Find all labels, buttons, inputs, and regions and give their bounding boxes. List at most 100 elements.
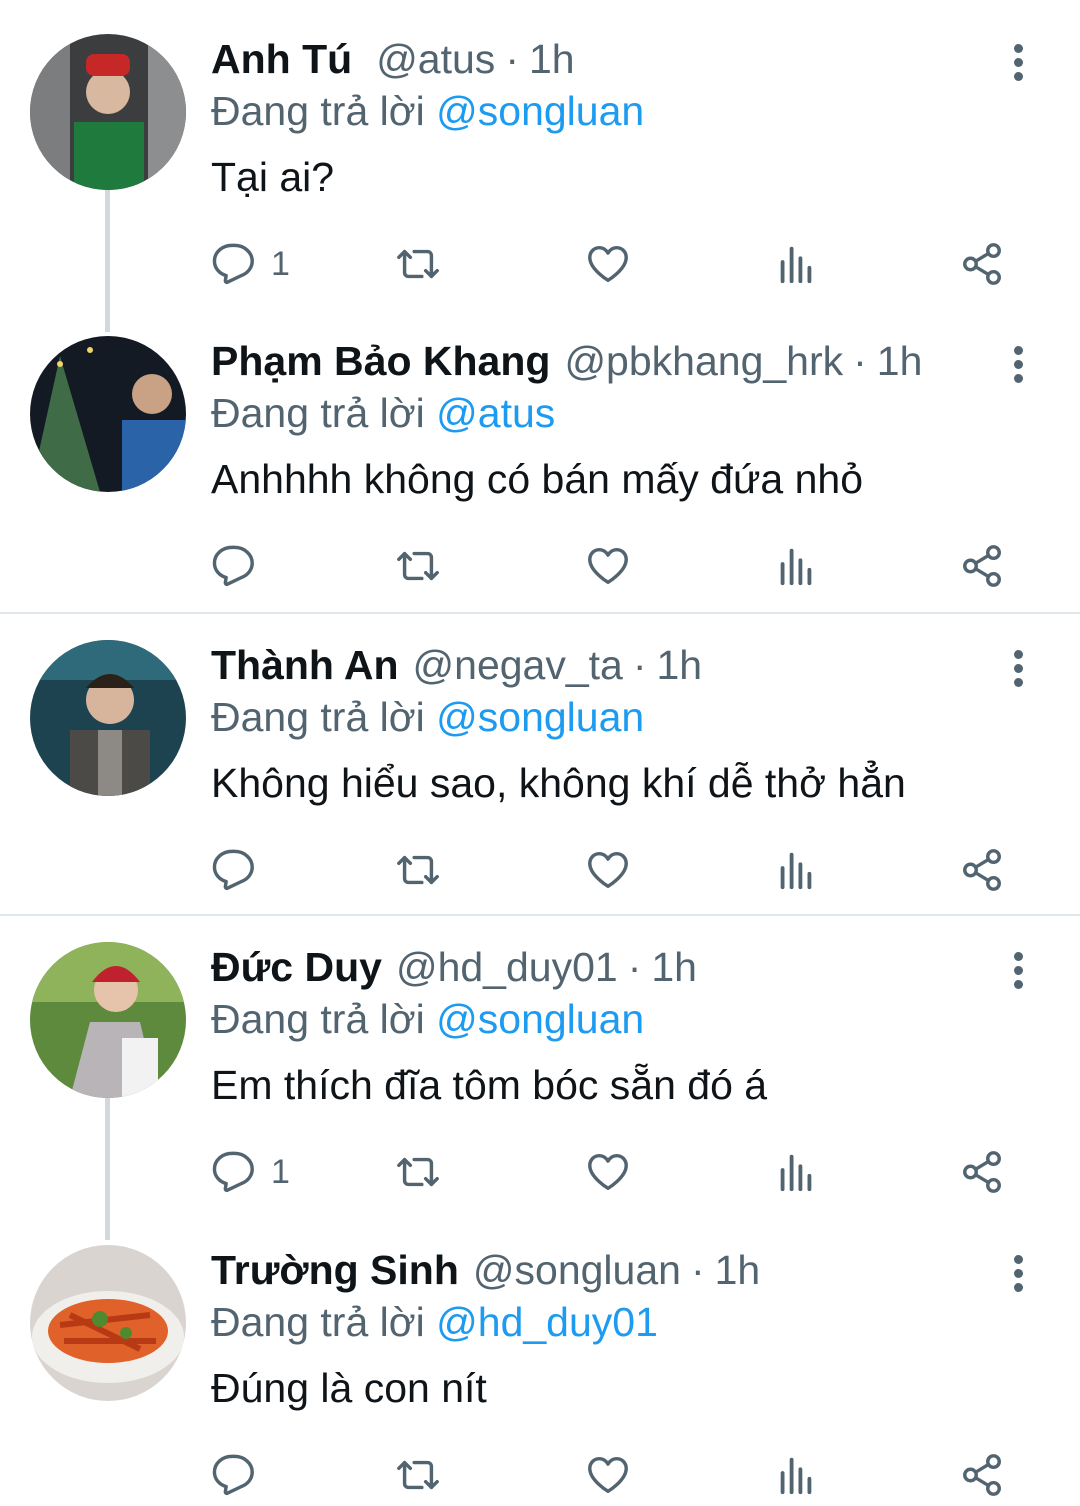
- tweet-text: Anhhhh không có bán mấy đứa nhỏ: [211, 456, 864, 502]
- views-icon: [780, 1154, 812, 1192]
- avatar[interactable]: [30, 336, 186, 492]
- timestamp[interactable]: 1h: [877, 338, 923, 384]
- display-name[interactable]: Phạm Bảo Khang: [211, 338, 550, 384]
- share-button[interactable]: [959, 1445, 1005, 1505]
- like-button[interactable]: [585, 1445, 631, 1505]
- tweet[interactable]: Đức Duy @hd_duy01 · 1h Đang trả lời @songlu…: [0, 942, 1080, 1212]
- reply-icon: [212, 849, 254, 890]
- avatar[interactable]: [30, 942, 186, 1098]
- tweet[interactable]: Anh Tú @atus · 1h Đang trả lời @songluan Tạ…: [0, 34, 1080, 304]
- views-icon: [780, 852, 812, 890]
- share-button[interactable]: [959, 1142, 1005, 1202]
- replying-to-label: Đang trả lời: [211, 88, 425, 134]
- reply-icon: [212, 1151, 254, 1192]
- share-button[interactable]: [959, 234, 1005, 294]
- like-button[interactable]: [585, 1142, 631, 1202]
- reply-button[interactable]: 1: [211, 1142, 290, 1202]
- replying-to: Đang trả lời @hd_duy01: [211, 1297, 658, 1347]
- action-bar: [211, 1445, 1080, 1505]
- retweet-button[interactable]: [395, 1445, 441, 1505]
- replying-to-label: Đang trả lời: [211, 390, 425, 436]
- user-handle[interactable]: @negav_ta: [413, 642, 623, 688]
- reply-count: 1: [271, 244, 290, 283]
- retweet-button[interactable]: [395, 234, 441, 294]
- like-button[interactable]: [585, 536, 631, 596]
- replying-to-label: Đang trả lời: [211, 694, 425, 740]
- tweet[interactable]: Thành An @negav_ta · 1h Đang trả lời @songl…: [0, 640, 1080, 910]
- tweet-text: Đúng là con nít: [211, 1365, 487, 1411]
- views-icon: [780, 548, 812, 586]
- tweet[interactable]: Trường Sinh @songluan · 1h Đang trả lời @hd…: [0, 1245, 1080, 1506]
- display-name[interactable]: Đức Duy: [211, 944, 382, 990]
- tweet-text: Không hiểu sao, không khí dễ thở hẳn: [211, 760, 906, 806]
- reply-button[interactable]: [211, 536, 271, 596]
- display-name[interactable]: Thành An: [211, 642, 399, 688]
- timestamp[interactable]: 1h: [715, 1247, 761, 1293]
- retweet-icon: [397, 855, 439, 885]
- timestamp[interactable]: 1h: [529, 36, 575, 82]
- reply-count: 1: [271, 1152, 290, 1191]
- reply-icon: [212, 243, 254, 284]
- like-icon: [588, 1456, 628, 1494]
- reply-icon: [212, 545, 254, 586]
- views-button[interactable]: [773, 1445, 819, 1505]
- share-button[interactable]: [959, 840, 1005, 900]
- avatar[interactable]: [30, 640, 186, 796]
- more-icon[interactable]: [1004, 650, 1032, 690]
- like-button[interactable]: [585, 234, 631, 294]
- mention-link[interactable]: @songluan: [436, 694, 644, 740]
- reply-button[interactable]: 1: [211, 234, 290, 294]
- retweet-button[interactable]: [395, 1142, 441, 1202]
- action-bar: 1: [211, 234, 1080, 294]
- replying-to-label: Đang trả lời: [211, 1299, 425, 1345]
- mention-link[interactable]: @songluan: [436, 996, 644, 1042]
- retweet-button[interactable]: [395, 536, 441, 596]
- retweet-icon: [397, 249, 439, 279]
- avatar[interactable]: [30, 1245, 186, 1401]
- like-button[interactable]: [585, 840, 631, 900]
- timestamp[interactable]: 1h: [651, 944, 697, 990]
- views-button[interactable]: [773, 1142, 819, 1202]
- user-handle[interactable]: @songluan: [473, 1247, 681, 1293]
- avatar[interactable]: [30, 34, 186, 190]
- views-button[interactable]: [773, 840, 819, 900]
- share-icon: [963, 545, 1001, 587]
- reply-button[interactable]: [211, 1445, 271, 1505]
- user-handle[interactable]: @hd_duy01: [396, 944, 618, 990]
- action-bar: [211, 536, 1080, 596]
- views-icon: [780, 1457, 812, 1495]
- display-name[interactable]: Trường Sinh: [211, 1247, 459, 1293]
- replying-to: Đang trả lời @songluan: [211, 692, 644, 742]
- retweet-icon: [397, 551, 439, 581]
- retweet-icon: [397, 1157, 439, 1187]
- user-handle[interactable]: @pbkhang_hrk: [564, 338, 843, 384]
- separator-dot: ·: [690, 1247, 705, 1293]
- share-icon: [963, 1454, 1001, 1496]
- tweet-text: Em thích đĩa tôm bóc sẵn đó á: [211, 1062, 768, 1108]
- mention-link[interactable]: @hd_duy01: [436, 1299, 658, 1345]
- replying-to: Đang trả lời @atus: [211, 388, 555, 438]
- share-icon: [963, 1151, 1001, 1193]
- separator-dot: ·: [853, 338, 867, 384]
- tweet[interactable]: Phạm Bảo Khang @pbkhang_hrk · 1h Đang trả l…: [0, 336, 1080, 606]
- reply-feed: Anh Tú @atus · 1h Đang trả lời @songluan Tạ…: [0, 0, 1080, 1506]
- views-button[interactable]: [773, 536, 819, 596]
- action-bar: [211, 840, 1080, 900]
- replying-to: Đang trả lời @songluan: [211, 994, 644, 1044]
- timestamp[interactable]: 1h: [657, 642, 703, 688]
- more-icon[interactable]: [1004, 346, 1032, 386]
- mention-link[interactable]: @songluan: [436, 88, 644, 134]
- share-button[interactable]: [959, 536, 1005, 596]
- more-icon[interactable]: [1004, 952, 1032, 992]
- reply-button[interactable]: [211, 840, 271, 900]
- retweet-button[interactable]: [395, 840, 441, 900]
- retweet-icon: [397, 1460, 439, 1490]
- more-icon[interactable]: [1004, 44, 1032, 84]
- more-icon[interactable]: [1004, 1255, 1032, 1295]
- like-icon: [588, 851, 628, 889]
- views-button[interactable]: [773, 234, 819, 294]
- user-handle[interactable]: @atus: [376, 36, 495, 82]
- display-name[interactable]: Anh Tú: [211, 36, 352, 82]
- divider: [0, 914, 1080, 916]
- mention-link[interactable]: @atus: [436, 390, 555, 436]
